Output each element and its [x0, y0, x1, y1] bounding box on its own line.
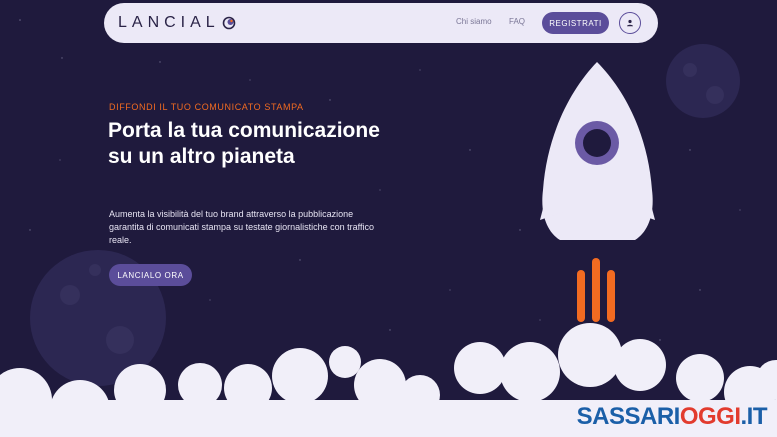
nav-link-faq[interactable]: FAQ [509, 17, 525, 26]
hero-headline: Porta la tua comunicazione su un altro p… [108, 119, 380, 168]
nav-link-chi-siamo[interactable]: Chi siamo [456, 17, 492, 26]
logo-text: LANCIAL [118, 14, 220, 31]
sassarioggi-watermark: SASSARIOGGI.IT [576, 403, 768, 431]
planet-o-logo-icon [222, 16, 236, 30]
watermark-part-oggi: OGGI [679, 403, 741, 430]
navbar: LANCIAL Chi siamo FAQ REGISTRATI [104, 3, 658, 43]
user-icon [627, 19, 633, 27]
hero-description: Aumenta la visibilità del tuo brand attr… [109, 209, 374, 245]
hero-kicker: DIFFONDI IL TUO COMUNICATO STAMPA [109, 102, 304, 112]
register-button[interactable]: REGISTRATI [542, 12, 609, 34]
planet-small [666, 44, 740, 118]
lancialo-ora-button[interactable]: LANCIALO ORA [109, 264, 192, 286]
watermark-part-it: .IT [740, 403, 768, 430]
watermark-part-sassari: SASSARI [576, 403, 681, 430]
user-account-button[interactable] [619, 12, 641, 34]
logo[interactable]: LANCIAL [118, 14, 236, 32]
rocket [540, 62, 655, 322]
